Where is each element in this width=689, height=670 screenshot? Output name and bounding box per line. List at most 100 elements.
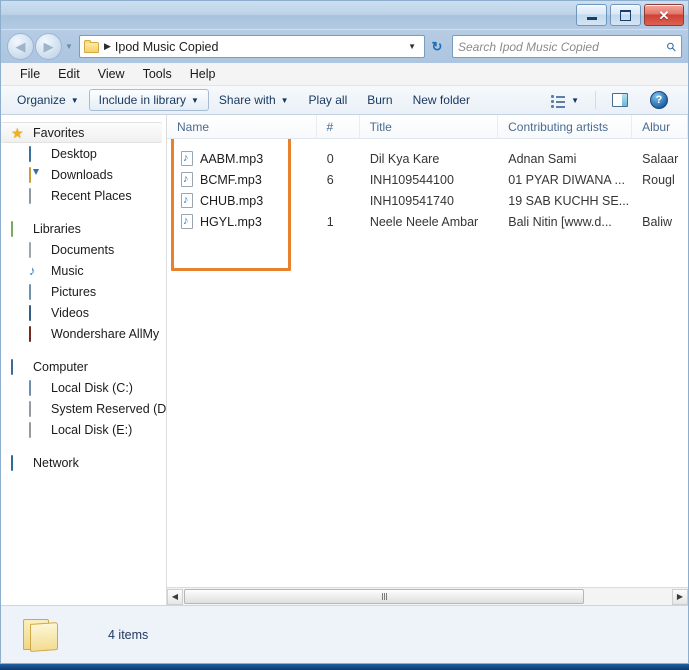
back-icon: ◀ bbox=[16, 39, 26, 55]
share-with-button[interactable]: Share with ▼ bbox=[209, 89, 299, 111]
mp3-file-icon bbox=[181, 214, 193, 229]
search-box[interactable]: Search Ipod Music Copied ⚲ bbox=[452, 35, 682, 58]
picture-icon bbox=[29, 285, 45, 299]
sidebar-item-system-reserved-d[interactable]: System Reserved (D: bbox=[1, 398, 166, 419]
breadcrumb-path[interactable]: Ipod Music Copied bbox=[115, 40, 219, 54]
toolbar-right-group: ▼ ? bbox=[541, 89, 682, 111]
window-controls: ✕ bbox=[576, 4, 684, 26]
help-button[interactable]: ? bbox=[640, 89, 678, 111]
artists-cell: Bali Nitin [www.d... bbox=[498, 211, 632, 232]
file-name-cell[interactable]: CHUB.mp3 bbox=[167, 190, 317, 211]
track-cell: 6 bbox=[317, 169, 360, 190]
burn-button[interactable]: Burn bbox=[357, 89, 402, 111]
table-row[interactable]: CHUB.mp3 INH109541740 19 SAB KUCHH SE... bbox=[167, 190, 688, 211]
organize-button[interactable]: Organize ▼ bbox=[7, 89, 89, 111]
sidebar-label: Documents bbox=[51, 243, 114, 257]
maximize-button[interactable] bbox=[610, 4, 641, 26]
menu-view[interactable]: View bbox=[89, 67, 134, 81]
file-name-cell[interactable]: AABM.mp3 bbox=[167, 148, 317, 169]
scroll-left-button[interactable]: ◀ bbox=[167, 589, 183, 605]
address-dropdown-icon[interactable]: ▼ bbox=[402, 42, 422, 51]
sidebar-item-wondershare[interactable]: Wondershare AllMy bbox=[1, 323, 166, 344]
change-view-button[interactable]: ▼ bbox=[541, 89, 589, 111]
sidebar-item-music[interactable]: ♪ Music bbox=[1, 260, 166, 281]
scroll-right-button[interactable]: ▶ bbox=[672, 589, 688, 605]
file-name-cell[interactable]: BCMF.mp3 bbox=[167, 169, 317, 190]
column-header-title[interactable]: Title bbox=[360, 115, 499, 138]
sidebar-item-local-disk-c[interactable]: Local Disk (C:) bbox=[1, 377, 166, 398]
help-icon: ? bbox=[650, 91, 668, 109]
sidebar-item-videos[interactable]: Videos bbox=[1, 302, 166, 323]
sidebar-item-network[interactable]: Network bbox=[1, 452, 166, 473]
sidebar-item-desktop[interactable]: Desktop bbox=[1, 143, 166, 164]
recent-locations-button[interactable]: ▼ bbox=[62, 42, 76, 51]
sidebar-label: Music bbox=[51, 264, 84, 278]
computer-icon bbox=[11, 360, 27, 374]
sidebar-item-recent-places[interactable]: Recent Places bbox=[1, 185, 166, 206]
sidebar-item-pictures[interactable]: Pictures bbox=[1, 281, 166, 302]
sidebar-item-downloads[interactable]: Downloads bbox=[1, 164, 166, 185]
title-cell: Neele Neele Ambar bbox=[360, 211, 498, 232]
share-with-label: Share with bbox=[219, 93, 276, 107]
column-header-name[interactable]: Name bbox=[167, 115, 317, 138]
refresh-button[interactable]: ↻ bbox=[425, 35, 449, 58]
scroll-track[interactable] bbox=[183, 589, 672, 605]
play-all-button[interactable]: Play all bbox=[299, 89, 358, 111]
menu-file[interactable]: File bbox=[11, 67, 49, 81]
menu-help[interactable]: Help bbox=[181, 67, 225, 81]
artists-cell: 01 PYAR DIWANA ... bbox=[498, 169, 632, 190]
column-header-artists[interactable]: Contributing artists bbox=[498, 115, 632, 138]
back-button[interactable]: ◀ bbox=[7, 33, 34, 60]
mp3-file-icon bbox=[181, 172, 193, 187]
search-input[interactable]: Search Ipod Music Copied bbox=[458, 40, 667, 54]
artists-cell: Adnan Sami bbox=[498, 148, 632, 169]
include-in-library-button[interactable]: Include in library ▼ bbox=[89, 89, 209, 111]
command-toolbar: Organize ▼ Include in library ▼ Share wi… bbox=[1, 86, 688, 115]
downloads-icon bbox=[29, 168, 45, 182]
minimize-button[interactable] bbox=[576, 4, 607, 26]
column-header-album[interactable]: Albur bbox=[632, 115, 688, 138]
file-rows: AABM.mp3 0 Dil Kya Kare Adnan Sami Salaa… bbox=[167, 139, 688, 587]
star-icon: ★ bbox=[11, 126, 27, 140]
sidebar-label: Favorites bbox=[33, 126, 84, 140]
chevron-down-icon: ▼ bbox=[571, 96, 579, 105]
sidebar-item-computer[interactable]: Computer bbox=[1, 356, 166, 377]
preview-pane-button[interactable] bbox=[602, 89, 638, 111]
table-row[interactable]: BCMF.mp3 6 INH109544100 01 PYAR DIWANA .… bbox=[167, 169, 688, 190]
scroll-thumb[interactable] bbox=[184, 589, 584, 604]
play-all-label: Play all bbox=[309, 93, 348, 107]
sidebar-item-documents[interactable]: Documents bbox=[1, 239, 166, 260]
file-name: BCMF.mp3 bbox=[200, 173, 262, 187]
file-name: HGYL.mp3 bbox=[200, 215, 262, 229]
sidebar-group-gap bbox=[1, 440, 166, 452]
table-row[interactable]: HGYL.mp3 1 Neele Neele Ambar Bali Nitin … bbox=[167, 211, 688, 232]
close-icon: ✕ bbox=[659, 9, 670, 22]
item-count-label: 4 items bbox=[108, 628, 148, 642]
address-bar[interactable]: ▶ Ipod Music Copied ▼ bbox=[79, 35, 425, 58]
sidebar-item-libraries[interactable]: Libraries bbox=[1, 218, 166, 239]
folder-icon bbox=[84, 40, 99, 53]
new-folder-button[interactable]: New folder bbox=[403, 89, 480, 111]
sidebar-label: Local Disk (E:) bbox=[51, 423, 132, 437]
close-button[interactable]: ✕ bbox=[644, 4, 684, 26]
file-list-pane[interactable]: Name # Title Contributing artists Albur … bbox=[167, 115, 688, 605]
chevron-left-icon: ◀ bbox=[172, 592, 178, 601]
file-name: AABM.mp3 bbox=[200, 152, 263, 166]
chevron-down-icon: ▼ bbox=[191, 96, 199, 105]
chevron-down-icon: ▼ bbox=[71, 96, 79, 105]
table-row[interactable]: AABM.mp3 0 Dil Kya Kare Adnan Sami Salaa… bbox=[167, 148, 688, 169]
forward-button[interactable]: ▶ bbox=[35, 33, 62, 60]
sidebar-item-favorites[interactable]: ★ Favorites bbox=[1, 122, 162, 143]
application-icon bbox=[29, 327, 45, 341]
file-name-cell[interactable]: HGYL.mp3 bbox=[167, 211, 317, 232]
sidebar-item-local-disk-e[interactable]: Local Disk (E:) bbox=[1, 419, 166, 440]
column-header-track[interactable]: # bbox=[317, 115, 360, 138]
horizontal-scrollbar[interactable]: ◀ ▶ bbox=[167, 587, 688, 605]
status-bar: 4 items bbox=[1, 605, 688, 663]
navigation-pane[interactable]: ★ Favorites Desktop Downloads Recent Pla… bbox=[1, 115, 167, 605]
sidebar-label: Local Disk (C:) bbox=[51, 381, 133, 395]
minimize-icon bbox=[587, 17, 597, 20]
menu-edit[interactable]: Edit bbox=[49, 67, 89, 81]
menu-tools[interactable]: Tools bbox=[134, 67, 181, 81]
view-options-icon bbox=[551, 94, 566, 107]
